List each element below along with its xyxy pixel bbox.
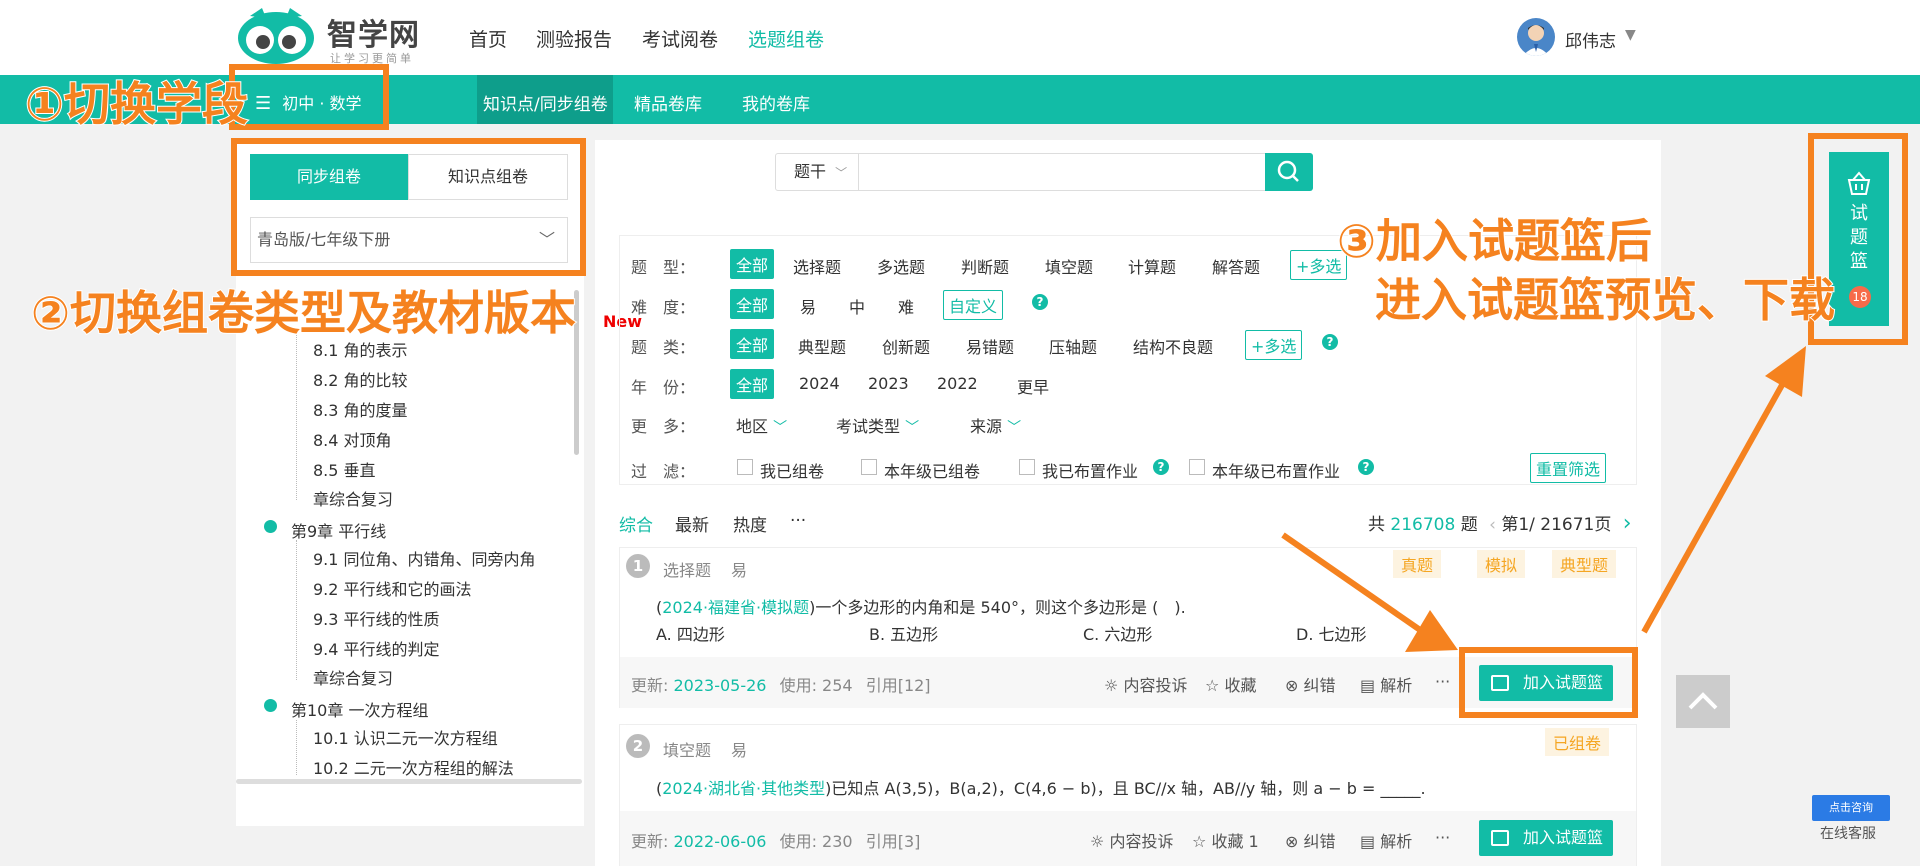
arrow-to-basket xyxy=(1641,346,1806,634)
annotation-arrows xyxy=(1281,346,1806,652)
arrow-to-add-button xyxy=(1281,532,1458,652)
